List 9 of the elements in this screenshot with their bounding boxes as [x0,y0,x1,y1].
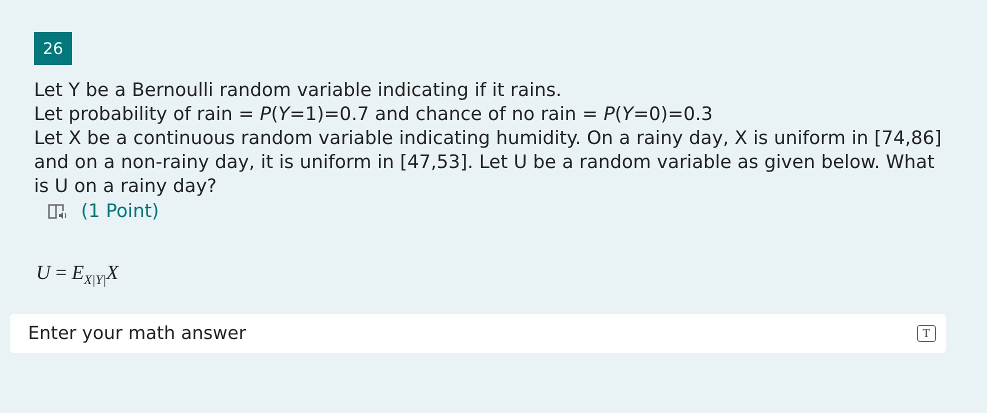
question-number: 26 [34,32,72,65]
formula: U = E$_{X|Y|}$X [36,262,120,288]
answer-field[interactable]: Enter your math answer T [10,314,946,353]
question-text: Let Y be a Bernoulli random variable indicating if it rains. [34,79,563,103]
question-text: Let X be a continuous random variable indicating humidity. On a rainy day, X is uniform in [74,86] and on a non-rainy day, it is uniform in [47,53]. Let U be a random variable as given below. What is U on a rainy day? [34,127,943,199]
immersive-reader-icon[interactable] [47,202,69,220]
text-format-button[interactable]: T [916,325,936,342]
points-label: (1 Point) [81,201,160,222]
question-text: Let probability of rain = P(Y=1)=0.7 and chance of no rain = P(Y=0)=0.3 [34,103,714,127]
